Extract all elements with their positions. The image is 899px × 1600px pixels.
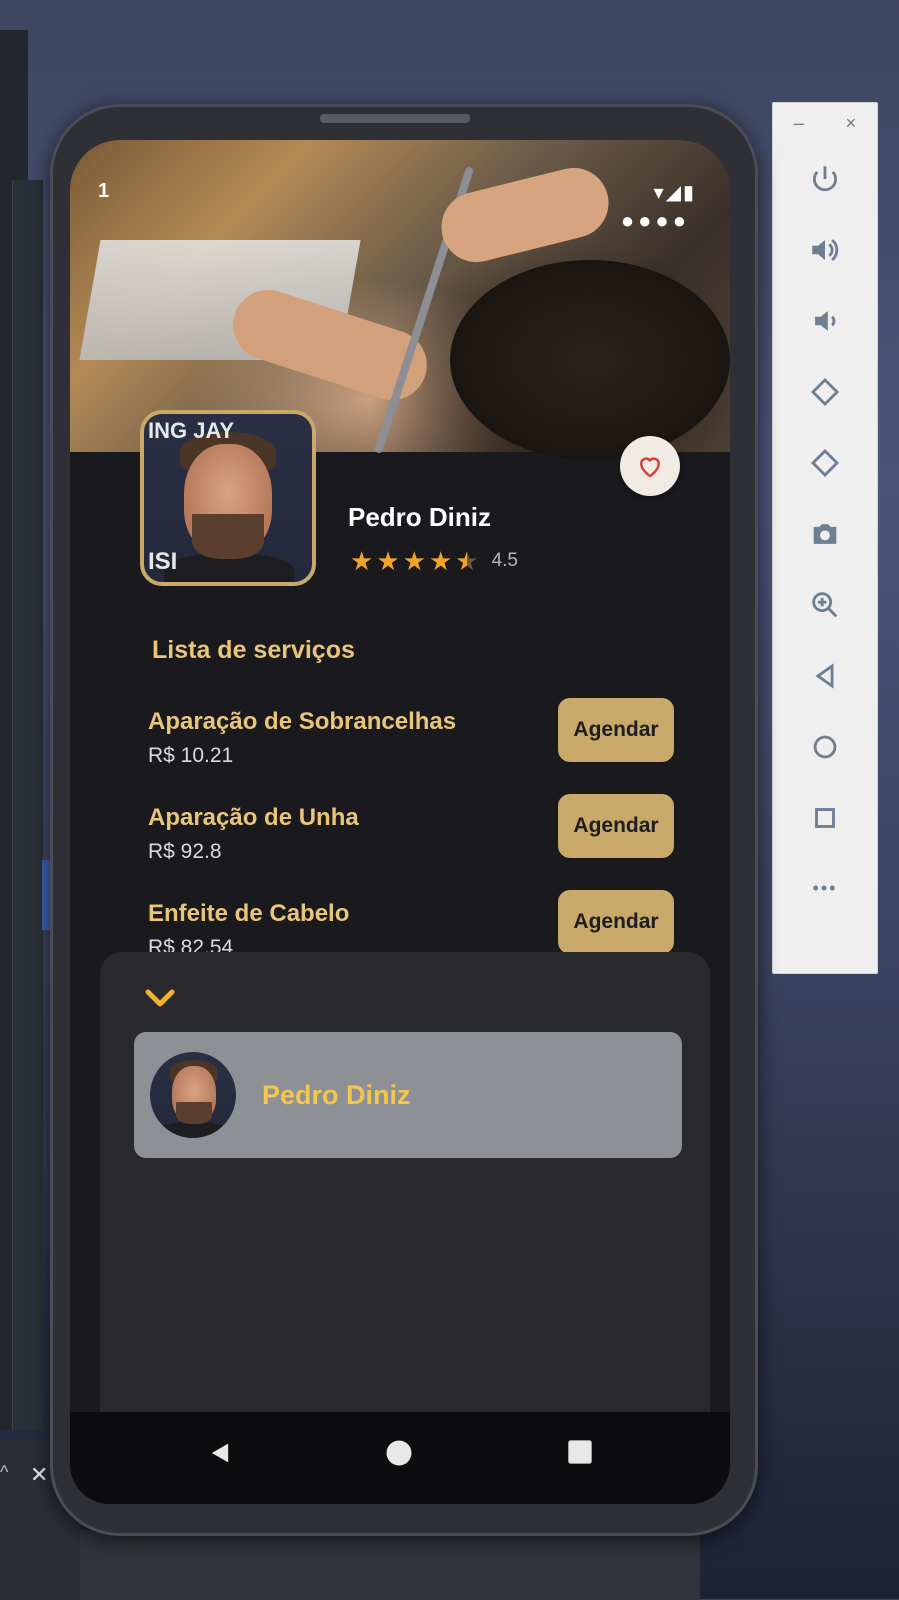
chevron-down-icon (145, 989, 175, 1007)
square-recents-icon (568, 1440, 592, 1464)
status-time: 1 (98, 180, 110, 202)
zoom-in-icon (812, 591, 838, 617)
camera-icon (813, 523, 837, 544)
app-screen: 1 ▾◢▮ ●●●● ING JAY ISI Pedro Diniz ★ ★ ★… (70, 140, 730, 1504)
more-icon: ••• (812, 878, 838, 898)
collapse-sheet-button[interactable] (142, 986, 178, 1015)
favorite-button[interactable] (620, 436, 680, 496)
emulator-minimize-button[interactable]: – (794, 113, 804, 134)
volume-up-button[interactable] (773, 214, 877, 285)
zoom-button[interactable] (773, 569, 877, 640)
desktop-taskbar-area (80, 1530, 700, 1600)
schedule-button[interactable]: Agendar (558, 890, 674, 954)
star-icon: ★ (376, 546, 400, 576)
status-signal-icons: ▾◢▮ (653, 182, 696, 204)
nav-recents-button[interactable] (566, 1438, 594, 1471)
android-nav-bar (70, 1412, 730, 1504)
home-button[interactable] (773, 711, 877, 782)
nav-back-button[interactable] (206, 1438, 234, 1473)
service-name: Aparação de Sobrancelhas (148, 708, 457, 735)
back-triangle-icon (815, 662, 834, 689)
avatar-poster-text: ING JAY (148, 418, 235, 443)
professional-name: Pedro Diniz (262, 1080, 411, 1110)
overview-button[interactable] (773, 782, 877, 853)
volume-down-button[interactable] (773, 285, 877, 356)
service-item: Aparação de Unha R$ 92.8 Agendar (148, 794, 688, 874)
desktop-chevron-icon[interactable]: ^ (0, 1462, 8, 1483)
profile-name: Pedro Diniz (348, 502, 492, 532)
circle-home-icon (386, 1440, 412, 1466)
home-circle-icon (813, 735, 837, 758)
rating-stars: ★ ★ ★ ★ ★ 4.5 (350, 548, 518, 574)
rotate-left-button[interactable] (773, 356, 877, 427)
rating-value: 4.5 (491, 550, 518, 571)
status-dots: ●●●● (620, 208, 690, 233)
nav-home-button[interactable] (384, 1438, 414, 1473)
overview-square-icon (815, 807, 835, 828)
service-price: R$ 92.8 (148, 840, 222, 863)
more-button[interactable]: ••• (773, 853, 877, 924)
professional-card[interactable]: Pedro Diniz (134, 1032, 682, 1158)
volume-up-icon (812, 238, 839, 261)
bottom-sheet: Pedro Diniz (100, 952, 710, 1412)
phone-frame: 1 ▾◢▮ ●●●● ING JAY ISI Pedro Diniz ★ ★ ★… (50, 104, 758, 1536)
power-icon (812, 165, 838, 191)
star-icon: ★ (428, 546, 453, 576)
professional-avatar (150, 1052, 236, 1138)
power-button[interactable] (773, 143, 877, 214)
emulator-close-button[interactable]: × (846, 113, 857, 134)
desktop-close-icon[interactable]: ✕ (30, 1462, 48, 1488)
back-button[interactable] (773, 640, 877, 711)
emulator-toolbar: – × ••• (772, 102, 878, 974)
service-item: Aparação de Sobrancelhas R$ 10.21 Agenda… (148, 698, 688, 778)
status-bar: 1 ▾◢▮ ●●●● (70, 180, 730, 233)
service-name: Enfeite de Cabelo (148, 900, 350, 927)
volume-down-icon (815, 310, 836, 331)
schedule-button[interactable]: Agendar (558, 794, 674, 858)
star-icon: ★ (350, 546, 374, 576)
schedule-button[interactable]: Agendar (558, 698, 674, 762)
service-price: R$ 10.21 (148, 744, 234, 767)
rotate-left-icon (810, 377, 840, 406)
screenshot-button[interactable] (773, 498, 877, 569)
profile-avatar: ING JAY ISI (140, 410, 316, 586)
phone-speaker (320, 114, 470, 123)
half-star-icon: ★ (455, 546, 479, 576)
desktop-side-panel-inner (12, 180, 43, 1430)
avatar-poster-text-bottom: ISI (148, 548, 178, 575)
rotate-right-button[interactable] (773, 427, 877, 498)
star-icon: ★ (402, 546, 426, 576)
services-title: Lista de serviços (152, 636, 355, 664)
service-name: Aparação de Unha (148, 804, 359, 831)
triangle-back-icon (211, 1443, 229, 1463)
rotate-right-icon (810, 448, 840, 477)
heart-icon (639, 457, 661, 478)
